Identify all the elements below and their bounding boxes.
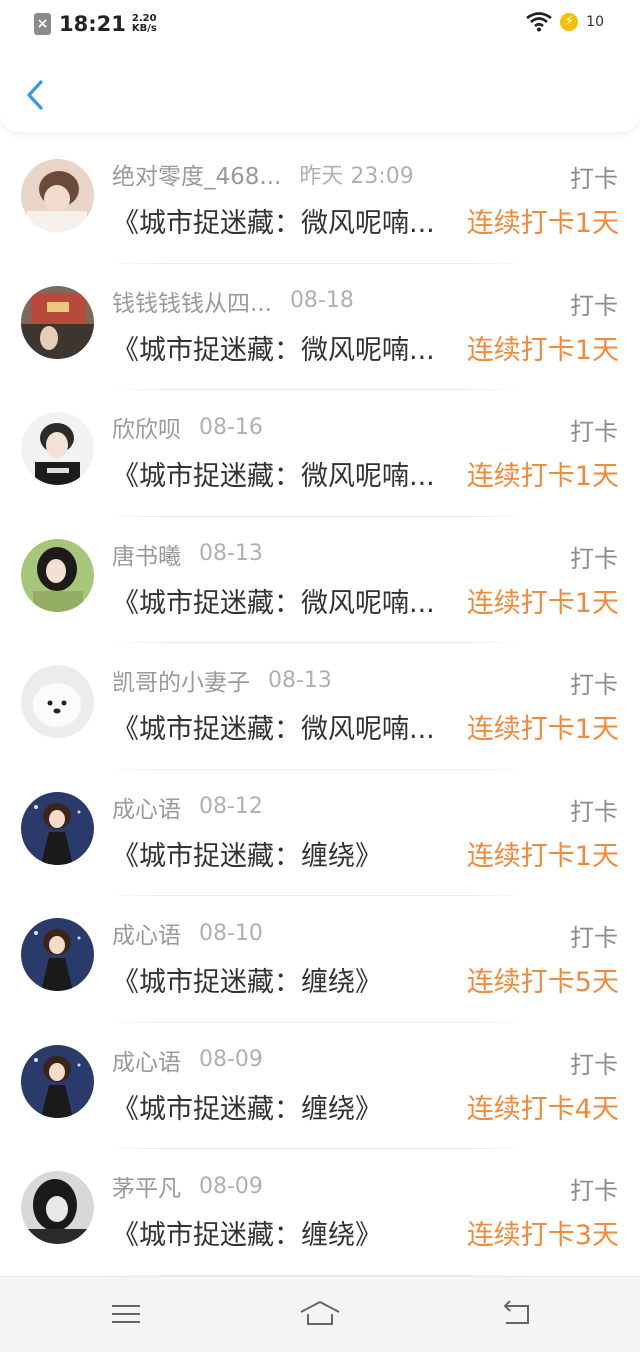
post-date: 08-09 [199, 1173, 263, 1199]
type-label: 打卡 [570, 544, 618, 573]
type-label: 打卡 [570, 1177, 618, 1205]
streak-label: 连续打卡1天 [466, 587, 619, 619]
name-line: 唐书曦 08-13 [112, 537, 263, 571]
streak-label: 连续打卡1天 [466, 461, 619, 492]
status-time: 18:21 [59, 12, 126, 36]
name-line: 成心语 08-10 [112, 916, 263, 950]
avatar[interactable] [21, 285, 94, 359]
list-item[interactable]: 成心语 08-12 打卡 《城市捉迷藏：缠绕》 连续打卡1天 [0, 770, 640, 896]
avatar[interactable] [21, 1171, 94, 1244]
title-text[interactable]: 《城市捉迷藏：缠绕》 [112, 834, 468, 873]
status-bar: × 18:21 2.20 KB/s ⚡ 10 [0, 0, 640, 52]
post-date: 08-16 [199, 414, 263, 440]
name-line: 成心语 08-09 [112, 1043, 263, 1077]
title-text[interactable]: 《城市捉迷藏：微风呢喃... [112, 581, 468, 620]
user-name[interactable]: 凯哥的小妻子 [112, 663, 250, 697]
title-text[interactable]: 《城市捉迷藏：缠绕》 [112, 1213, 468, 1252]
streak-label: 连续打卡5天 [466, 967, 619, 998]
name-line: 茅平凡 08-09 [112, 1169, 263, 1203]
charging-bolt-icon: ⚡ [560, 13, 579, 31]
avatar[interactable] [21, 538, 94, 612]
post-date: 08-09 [199, 1047, 263, 1072]
home-icon[interactable] [298, 1299, 342, 1329]
type-label: 打卡 [570, 418, 618, 446]
wifi-icon [526, 12, 552, 32]
avatar[interactable] [21, 159, 94, 232]
streak-label: 连续打卡1天 [466, 714, 619, 745]
type-label: 打卡 [570, 165, 618, 193]
avatar[interactable] [21, 791, 94, 865]
post-date: 昨天 23:09 [299, 164, 414, 189]
user-name[interactable]: 成心语 [112, 1043, 181, 1077]
name-line: 成心语 08-12 [112, 790, 263, 824]
list-item[interactable]: 钱钱钱钱从四... 08-18 打卡 《城市捉迷藏：微风呢喃... 连续打卡1天 [0, 264, 640, 390]
network-speed-unit: KB/s [131, 23, 157, 34]
name-line: 欣欣呗 08-16 [112, 410, 263, 444]
title-text[interactable]: 《城市捉迷藏：微风呢喃... [112, 454, 468, 493]
title-text[interactable]: 《城市捉迷藏：缠绕》 [112, 960, 468, 999]
header [0, 52, 640, 132]
type-label: 打卡 [570, 671, 618, 699]
post-date: 08-10 [199, 920, 263, 946]
user-name[interactable]: 欣欣呗 [112, 410, 181, 444]
post-date: 08-12 [199, 794, 263, 819]
type-label: 打卡 [570, 797, 618, 826]
list-item[interactable]: 欣欣呗 08-16 打卡 《城市捉迷藏：微风呢喃... 连续打卡1天 [0, 390, 640, 517]
chevron-left-icon[interactable] [22, 78, 52, 112]
post-date: 08-18 [289, 288, 354, 313]
streak-label: 连续打卡3天 [466, 1220, 619, 1251]
name-line: 凯哥的小妻子 08-13 [112, 663, 332, 697]
name-line: 钱钱钱钱从四... 08-18 [112, 284, 354, 318]
status-right: ⚡ 10 [526, 12, 604, 32]
streak-label: 连续打卡1天 [466, 208, 619, 239]
avatar[interactable] [21, 412, 94, 485]
network-speed: 2.20 KB/s [132, 14, 157, 34]
streak-label: 连续打卡1天 [466, 840, 619, 872]
title-text[interactable]: 《城市捉迷藏：微风呢喃... [112, 707, 468, 746]
avatar[interactable] [21, 665, 94, 738]
type-label: 打卡 [570, 1050, 618, 1079]
back-icon[interactable] [498, 1299, 534, 1329]
user-name[interactable]: 成心语 [112, 916, 181, 950]
title-text[interactable]: 《城市捉迷藏：微风呢喃... [112, 328, 468, 367]
type-label: 打卡 [570, 291, 618, 320]
list-item[interactable]: 绝对零度_468... 昨天 23:09 打卡 《城市捉迷藏：微风呢喃... 连… [0, 137, 640, 264]
streak-label: 连续打卡4天 [466, 1093, 619, 1125]
list-item[interactable]: 唐书曦 08-13 打卡 《城市捉迷藏：微风呢喃... 连续打卡1天 [0, 517, 640, 643]
checkin-list: 绝对零度_468... 昨天 23:09 打卡 《城市捉迷藏：微风呢喃... 连… [0, 137, 640, 1276]
post-date: 08-13 [268, 667, 332, 693]
type-label: 打卡 [570, 924, 618, 952]
list-item[interactable]: 成心语 08-09 打卡 《城市捉迷藏：缠绕》 连续打卡4天 [0, 1023, 640, 1149]
avatar[interactable] [21, 918, 94, 991]
system-nav-bar [0, 1276, 640, 1352]
list-item[interactable]: 凯哥的小妻子 08-13 打卡 《城市捉迷藏：微风呢喃... 连续打卡1天 [0, 643, 640, 770]
post-date: 08-13 [199, 541, 263, 566]
user-name[interactable]: 茅平凡 [112, 1169, 181, 1203]
title-text[interactable]: 《城市捉迷藏：微风呢喃... [112, 201, 468, 240]
menu-icon[interactable] [108, 1299, 144, 1329]
battery-icon: 10 [586, 14, 604, 30]
user-name[interactable]: 钱钱钱钱从四... [112, 284, 272, 318]
sim-disabled-icon: × [34, 13, 51, 35]
avatar[interactable] [21, 1044, 94, 1118]
list-item[interactable]: 成心语 08-10 打卡 《城市捉迷藏：缠绕》 连续打卡5天 [0, 896, 640, 1023]
name-line: 绝对零度_468... 昨天 23:09 [112, 157, 414, 191]
user-name[interactable]: 成心语 [112, 790, 181, 824]
list-item[interactable]: 茅平凡 08-09 打卡 《城市捉迷藏：缠绕》 连续打卡3天 [0, 1149, 640, 1276]
streak-label: 连续打卡1天 [466, 334, 619, 366]
user-name[interactable]: 绝对零度_468... [112, 157, 281, 191]
title-text[interactable]: 《城市捉迷藏：缠绕》 [112, 1087, 468, 1126]
user-name[interactable]: 唐书曦 [112, 537, 181, 571]
status-left: × 18:21 2.20 KB/s [34, 12, 157, 36]
